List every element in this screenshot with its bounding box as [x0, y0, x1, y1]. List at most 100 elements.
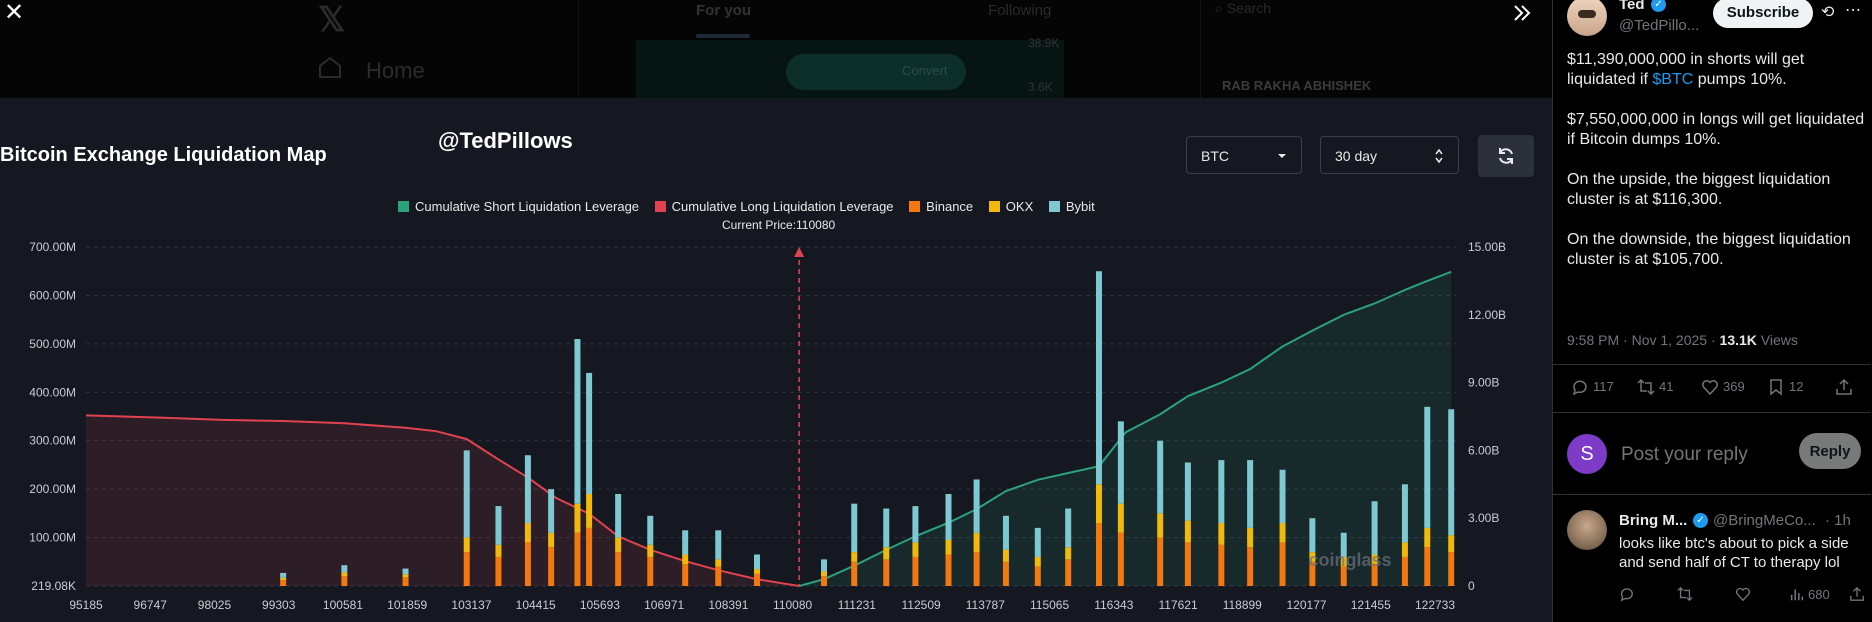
nav-home-label: Home	[366, 58, 425, 83]
bar-binance	[1279, 542, 1286, 586]
tab-for-you: For you	[696, 2, 751, 19]
bar-bybit	[1424, 406, 1431, 528]
reply-author-handle[interactable]: @BringMeCo...	[1713, 512, 1816, 529]
reply-action[interactable]: 117	[1571, 378, 1614, 396]
reply-input[interactable]	[1619, 440, 1783, 470]
legend-item[interactable]: OKX	[988, 199, 1034, 214]
repost-icon[interactable]	[1677, 586, 1693, 602]
bar-bybit	[1034, 527, 1041, 557]
views-icon	[1790, 589, 1804, 601]
subscribe-button[interactable]: Subscribe	[1713, 0, 1813, 28]
share-icon	[1836, 378, 1852, 395]
reply-author-name[interactable]: Bring M...	[1619, 512, 1687, 529]
author-avatar[interactable]	[1567, 0, 1607, 36]
collapse-sidebar-icon[interactable]	[1510, 0, 1534, 26]
views-action[interactable]: 680	[1789, 586, 1830, 602]
cashtag-link[interactable]: $BTC	[1652, 71, 1693, 88]
verified-badge-icon: ✓	[1651, 0, 1666, 12]
legend-swatch	[1048, 201, 1060, 212]
x-tick-label: 95185	[69, 598, 103, 612]
bar-bybit	[615, 493, 622, 538]
current-price-arrow-icon	[794, 247, 805, 257]
legend-item[interactable]: Bybit	[1048, 199, 1095, 214]
reply-button[interactable]: Reply	[1799, 433, 1861, 469]
post-sidebar: Ted ✓ @TedPillo... Subscribe ⟲ ⋯ $11,390…	[1552, 0, 1872, 622]
reply-views: 680	[1808, 587, 1830, 602]
search-placeholder: ⌕ Search	[1215, 0, 1272, 16]
bar-bybit	[821, 559, 828, 572]
y-right-tick-label: 6.00B	[1468, 443, 1499, 457]
refresh-button[interactable]	[1478, 135, 1534, 177]
trend-name: RAB RAKHA ABHISHEK	[1222, 78, 1372, 93]
preview-pill: Convert	[786, 54, 966, 90]
bar-okx	[1065, 547, 1072, 560]
bar-bybit	[912, 506, 919, 543]
bar-okx	[1184, 520, 1191, 543]
repost-icon	[1637, 378, 1655, 396]
bar-okx	[615, 537, 622, 553]
symbol-select[interactable]: BTC	[1186, 136, 1302, 174]
bar-bybit	[402, 568, 409, 575]
more-icon[interactable]: ⋯	[1845, 0, 1861, 20]
range-select[interactable]: 30 day	[1320, 136, 1459, 174]
bar-bybit	[548, 489, 555, 533]
post-timestamp[interactable]: 9:58 PM · Nov 1, 2025 ·	[1567, 332, 1720, 348]
bar-bybit	[574, 339, 581, 504]
bar-okx	[1424, 527, 1431, 548]
bar-okx	[524, 523, 531, 543]
grok-icon[interactable]: ⟲	[1821, 2, 1834, 22]
x-tick-label: 121455	[1351, 598, 1391, 612]
bar-okx	[1448, 535, 1455, 553]
legend-item[interactable]: Cumulative Short Liquidation Leverage	[398, 199, 639, 214]
views-label: Views	[1756, 332, 1798, 348]
user-avatar[interactable]: S	[1567, 434, 1607, 474]
refresh-icon	[1499, 148, 1513, 164]
y-left-tick-label: 200.00M	[29, 482, 76, 496]
legend-label: Bybit	[1065, 199, 1095, 214]
bar-bybit	[1279, 469, 1286, 524]
post-actions: 117 41 369 12	[1571, 378, 1861, 402]
x-logo-icon: 𝕏	[318, 1, 346, 39]
bar-binance	[883, 559, 890, 586]
bookmark-action[interactable]: 12	[1767, 378, 1803, 396]
x-tick-label: 104415	[516, 598, 556, 612]
legend-item[interactable]: Binance	[909, 199, 973, 214]
post-paragraph: $7,550,000,000 in longs will get liquida…	[1567, 111, 1865, 148]
x-tick-label: 96747	[134, 598, 168, 612]
legend-item[interactable]: Cumulative Long Liquidation Leverage	[654, 199, 894, 214]
bar-binance	[280, 580, 287, 586]
verified-badge-icon: ✓	[1693, 513, 1708, 528]
bar-bybit	[1371, 501, 1378, 555]
close-icon[interactable]: ✕	[2, 1, 26, 26]
bar-binance	[341, 576, 348, 586]
heart-icon[interactable]	[1735, 586, 1751, 602]
repost-action[interactable]: 41	[1637, 378, 1673, 396]
author-handle[interactable]: @TedPillo...	[1619, 17, 1699, 34]
reply-author-avatar[interactable]	[1567, 510, 1607, 550]
bar-binance	[912, 556, 919, 586]
post-text-segment: pumps 10%.	[1693, 71, 1787, 88]
author-name[interactable]: Ted	[1619, 0, 1645, 13]
x-tick-label: 113787	[966, 598, 1005, 612]
bar-binance	[973, 552, 980, 586]
x-tick-label: 111231	[838, 598, 877, 612]
bar-okx	[753, 569, 760, 574]
bar-bybit	[682, 530, 689, 555]
post-meta: 9:58 PM · Nov 1, 2025 · 13.1K Views	[1567, 332, 1798, 348]
bar-binance	[1424, 547, 1431, 586]
watermark-handle: @TedPillows	[438, 128, 573, 153]
bar-binance	[945, 554, 952, 586]
reply-time[interactable]: · 1h	[1825, 512, 1851, 529]
bar-bybit	[495, 506, 502, 545]
bar-okx	[1002, 549, 1009, 562]
bar-bybit	[883, 508, 890, 548]
share-action[interactable]	[1835, 378, 1857, 396]
share-icon[interactable]	[1849, 586, 1865, 602]
home-icon	[319, 56, 341, 78]
bar-binance	[821, 576, 828, 586]
legend-label: Binance	[926, 199, 974, 214]
legend-label: OKX	[1005, 199, 1034, 214]
like-action[interactable]: 369	[1701, 378, 1745, 396]
reply-icon[interactable]	[1619, 586, 1635, 602]
legend-label: Cumulative Long Liquidation Leverage	[671, 199, 894, 214]
